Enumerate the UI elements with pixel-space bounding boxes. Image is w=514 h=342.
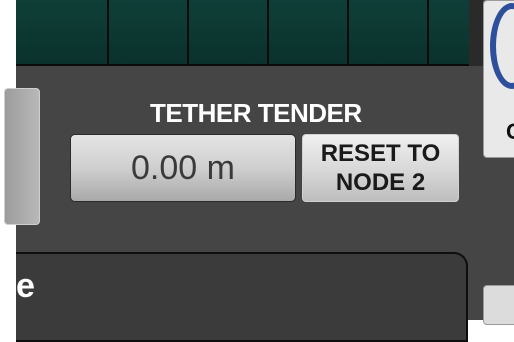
strip-segment[interactable] (16, 0, 109, 64)
top-segmented-strip (16, 0, 469, 66)
strip-segment[interactable] (269, 0, 349, 64)
strip-segment[interactable] (349, 0, 429, 64)
left-partial-tile[interactable] (4, 88, 40, 225)
right-tile-label: C (506, 119, 514, 144)
tether-tender-title: TETHER TENDER (150, 98, 362, 128)
tether-length-value: 0.00 m (131, 148, 235, 187)
reset-button-label-line2: NODE 2 (335, 169, 426, 196)
logo-icon (490, 3, 514, 89)
reset-button-label-line1: RESET TO (320, 140, 441, 167)
right-partial-tile[interactable]: C (483, 0, 514, 158)
reset-to-node-2-button[interactable]: RESET TO NODE 2 (302, 134, 459, 202)
tether-length-display: 0.00 m (70, 134, 296, 202)
strip-segment[interactable] (189, 0, 269, 64)
right-lower-partial-tile[interactable] (483, 285, 514, 325)
lower-panel-partial-text: e (16, 267, 35, 305)
strip-segment[interactable] (429, 0, 469, 64)
strip-edge (469, 0, 483, 66)
lower-panel (16, 252, 468, 342)
strip-segment[interactable] (109, 0, 189, 64)
